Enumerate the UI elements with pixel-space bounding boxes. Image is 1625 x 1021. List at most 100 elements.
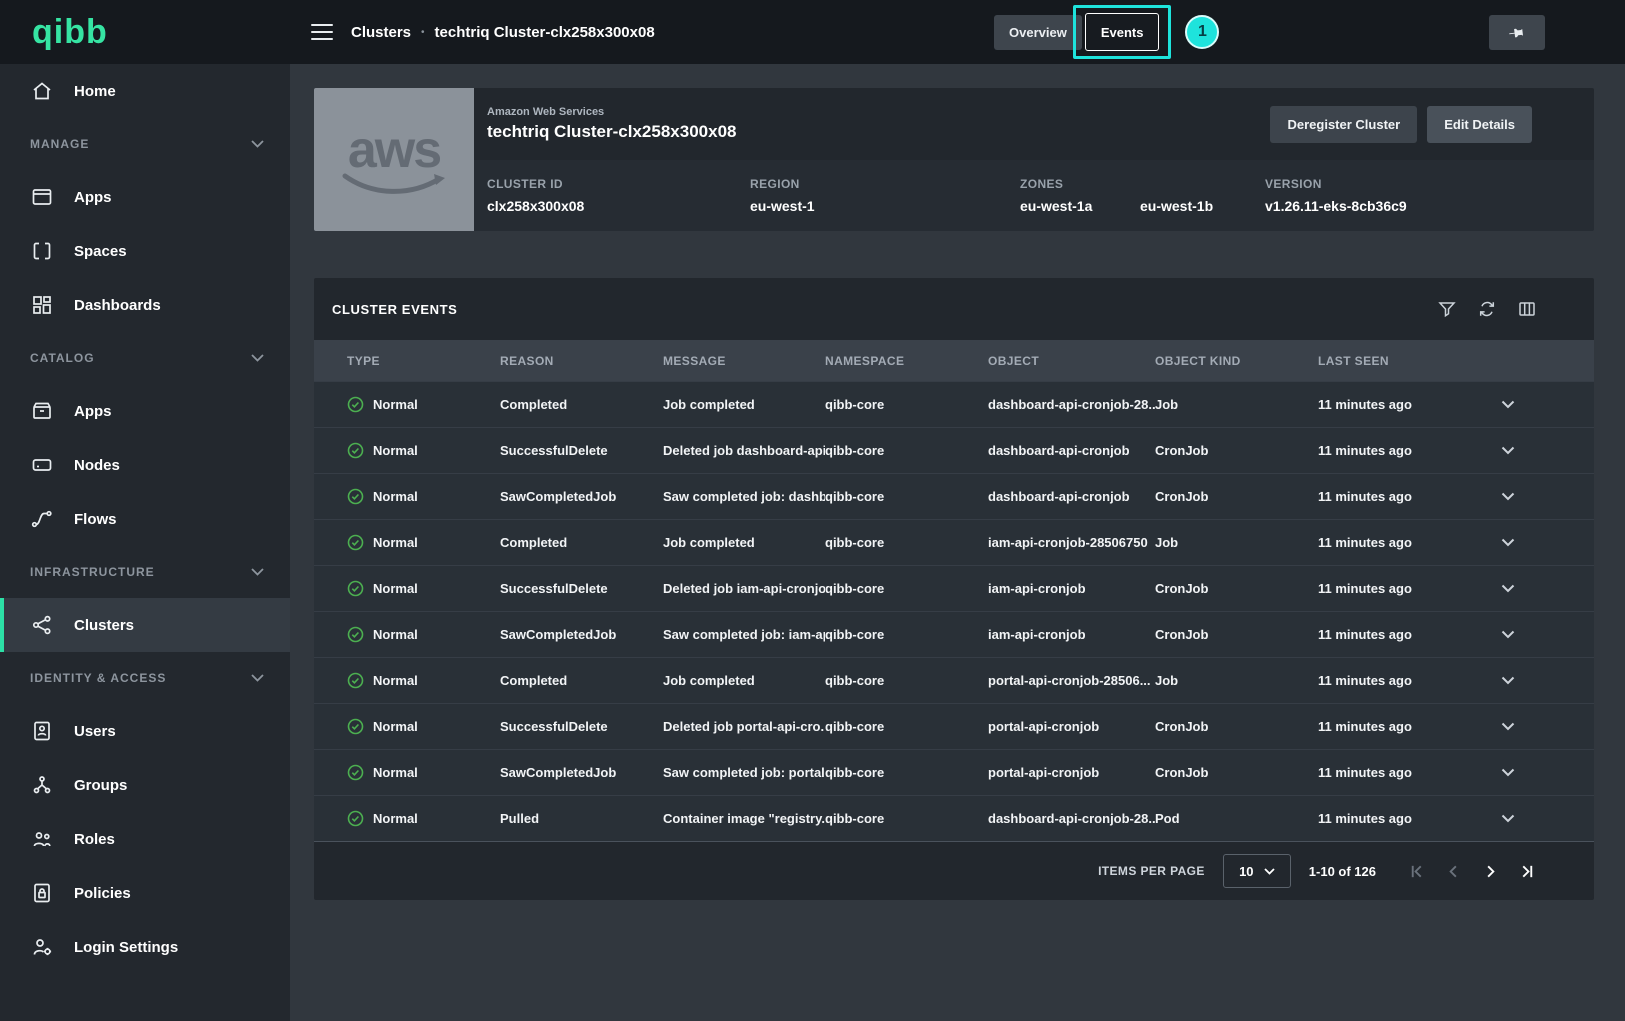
edit-details-button[interactable]: Edit Details [1427, 106, 1532, 143]
event-object: portal-api-cronjob [988, 765, 1155, 780]
aws-provider-logo: aws [314, 88, 474, 231]
chevron-down-icon [1501, 722, 1515, 731]
row-expand-button[interactable] [1480, 768, 1536, 777]
cluster-summary-card: aws Amazon Web Services techtriq Cluster… [314, 88, 1594, 231]
column-header: REASON [500, 354, 663, 368]
event-last-seen: 11 minutes ago [1318, 397, 1480, 412]
event-type-cell: Normal [347, 580, 500, 597]
cluster-info: Amazon Web Services techtriq Cluster-clx… [474, 88, 1594, 231]
sidebar-item-nodes[interactable]: Nodes [0, 438, 290, 492]
prev-page-icon[interactable] [1445, 863, 1462, 880]
breadcrumb-clusters-link[interactable]: Clusters [351, 24, 411, 41]
event-type: Normal [373, 765, 418, 780]
sidebar-item-home[interactable]: Home [0, 64, 290, 118]
table-row[interactable]: Normal SuccessfulDelete Deleted job iam-… [314, 565, 1594, 611]
row-expand-button[interactable] [1480, 400, 1536, 409]
row-expand-button[interactable] [1480, 538, 1536, 547]
sidebar-item-label: Flows [74, 511, 117, 528]
sidebar-section-manage[interactable]: MANAGE [0, 118, 290, 170]
event-namespace: qibb-core [825, 535, 988, 550]
chevron-down-icon [1501, 630, 1515, 639]
chevron-down-icon [1501, 768, 1515, 777]
sidebar-item-groups[interactable]: Groups [0, 758, 290, 812]
row-expand-button[interactable] [1480, 584, 1536, 593]
sidebar-section-catalog[interactable]: CATALOG [0, 332, 290, 384]
tab-overview[interactable]: Overview [994, 15, 1082, 50]
event-message: Deleted job iam-api-cronjo... [663, 581, 825, 596]
table-row[interactable]: Normal SawCompletedJob Saw completed job… [314, 473, 1594, 519]
table-row[interactable]: Normal Completed Job completed qibb-core… [314, 657, 1594, 703]
success-check-icon [347, 396, 364, 413]
row-expand-button[interactable] [1480, 630, 1536, 639]
annotation-step-badge: 1 [1185, 15, 1219, 49]
next-page-icon[interactable] [1482, 863, 1499, 880]
sidebar-item-users[interactable]: Users [0, 704, 290, 758]
event-reason: Completed [500, 673, 663, 688]
sidebar-item-login-settings[interactable]: Login Settings [0, 920, 290, 974]
event-message: Container image "registry.... [663, 811, 825, 826]
breadcrumb-separator: • [421, 27, 425, 38]
breadcrumb-current-cluster: techtriq Cluster-clx258x300x08 [435, 24, 655, 41]
chevron-down-icon [1501, 492, 1515, 501]
row-expand-button[interactable] [1480, 676, 1536, 685]
menu-icon[interactable] [311, 24, 333, 40]
zone-value: eu-west-1a [1020, 198, 1140, 214]
detail-label: REGION [750, 177, 1020, 191]
sidebar-section-infrastructure[interactable]: INFRASTRUCTURE [0, 546, 290, 598]
success-check-icon [347, 810, 364, 827]
sidebar-item-label: Roles [74, 831, 115, 848]
row-expand-button[interactable] [1480, 492, 1536, 501]
event-message: Saw completed job: iam-ap... [663, 627, 825, 642]
event-object: iam-api-cronjob [988, 627, 1155, 642]
event-type-cell: Normal [347, 810, 500, 827]
roles-icon [30, 827, 54, 851]
sidebar-item-dashboards[interactable]: Dashboards [0, 278, 290, 332]
detail-value: eu-west-1 [750, 198, 1020, 214]
table-row[interactable]: Normal Completed Job completed qibb-core… [314, 519, 1594, 565]
row-expand-button[interactable] [1480, 722, 1536, 731]
sidebar-item-roles[interactable]: Roles [0, 812, 290, 866]
sidebar-section-identity-access[interactable]: IDENTITY & ACCESS [0, 652, 290, 704]
sidebar-item-apps-manage[interactable]: Apps [0, 170, 290, 224]
event-last-seen: 11 minutes ago [1318, 673, 1480, 688]
table-row[interactable]: Normal SawCompletedJob Saw completed job… [314, 749, 1594, 795]
sidebar-item-apps-catalog[interactable]: Apps [0, 384, 290, 438]
table-row[interactable]: Normal SuccessfulDelete Deleted job dash… [314, 427, 1594, 473]
event-namespace: qibb-core [825, 673, 988, 688]
users-icon [30, 719, 54, 743]
event-last-seen: 11 minutes ago [1318, 535, 1480, 550]
sidebar-item-spaces[interactable]: Spaces [0, 224, 290, 278]
sidebar-item-clusters[interactable]: Clusters [0, 598, 290, 652]
table-row[interactable]: Normal SawCompletedJob Saw completed job… [314, 611, 1594, 657]
event-namespace: qibb-core [825, 719, 988, 734]
row-expand-button[interactable] [1480, 446, 1536, 455]
sidebar-item-policies[interactable]: Policies [0, 866, 290, 920]
filter-icon[interactable] [1438, 300, 1456, 318]
event-type-cell: Normal [347, 672, 500, 689]
success-check-icon [347, 580, 364, 597]
events-table-header: TYPE REASON MESSAGE NAMESPACE OBJECT OBJ… [314, 340, 1594, 381]
table-columns-icon[interactable] [1518, 300, 1536, 318]
event-type-cell: Normal [347, 396, 500, 413]
page-size-select[interactable]: 10 [1223, 854, 1291, 888]
detail-value: v1.26.11-eks-8cb36c9 [1265, 198, 1407, 214]
table-row[interactable]: Normal Completed Job completed qibb-core… [314, 381, 1594, 427]
sidebar-item-flows[interactable]: Flows [0, 492, 290, 546]
refresh-icon[interactable] [1478, 300, 1496, 318]
last-page-icon[interactable] [1519, 863, 1536, 880]
column-header: OBJECT [988, 354, 1155, 368]
event-namespace: qibb-core [825, 397, 988, 412]
event-object-kind: CronJob [1155, 719, 1318, 734]
pin-button[interactable] [1489, 15, 1545, 50]
table-row[interactable]: Normal SuccessfulDelete Deleted job port… [314, 703, 1594, 749]
first-page-icon[interactable] [1408, 863, 1425, 880]
flows-icon [30, 507, 54, 531]
section-label: MANAGE [30, 137, 89, 151]
table-row[interactable]: Normal Pulled Container image "registry.… [314, 795, 1594, 841]
tab-events[interactable]: Events [1085, 13, 1160, 51]
row-expand-button[interactable] [1480, 814, 1536, 823]
qibb-logo[interactable]: qibb [32, 13, 108, 52]
event-type-cell: Normal [347, 442, 500, 459]
deregister-cluster-button[interactable]: Deregister Cluster [1270, 106, 1417, 143]
chevron-down-icon [1501, 538, 1515, 547]
